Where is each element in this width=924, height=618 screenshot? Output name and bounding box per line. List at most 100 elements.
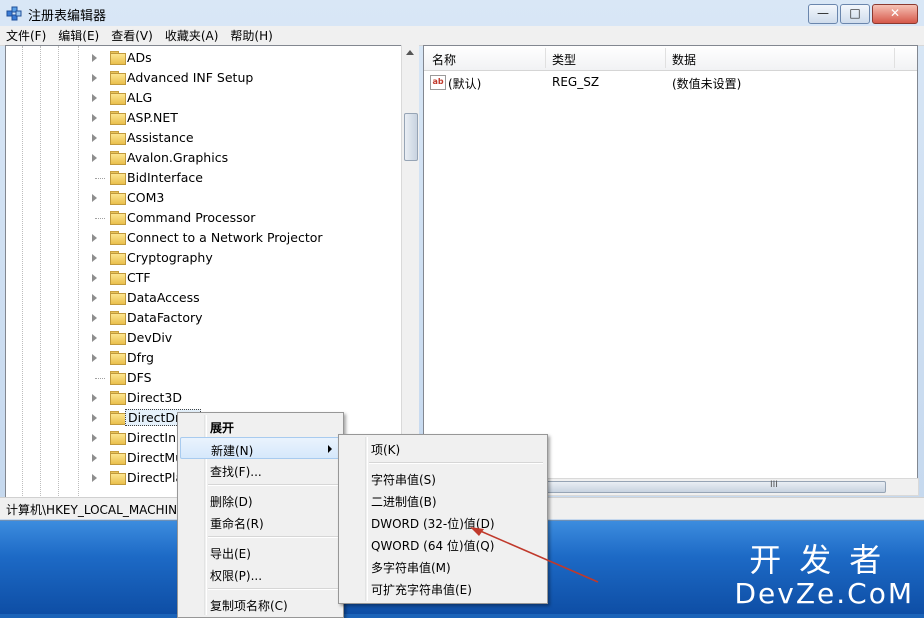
tree-item[interactable]: CTF [6,268,402,288]
sub-item[interactable]: QWORD (64 位)值(Q) [341,533,545,555]
scroll-up-icon[interactable] [406,50,414,55]
watermark-cn: 开发者 [749,541,900,579]
tree-item-label: Direct3D [127,390,183,405]
tree-item[interactable]: COM3 [6,188,402,208]
ctx-item[interactable]: 展开 [180,415,341,437]
tree-item[interactable]: Advanced INF Setup [6,68,402,88]
menu-help[interactable]: 帮助(H) [224,27,278,45]
h-scroll-thumb[interactable]: III [544,480,886,493]
expand-arrow-icon[interactable] [92,54,97,62]
folder-icon [110,391,126,405]
maximize-button[interactable]: □ [840,4,870,24]
sub-item[interactable]: 二进制值(B) [341,489,545,511]
sub-item[interactable]: 字符串值(S) [341,467,545,489]
expand-arrow-icon[interactable] [92,414,97,422]
expand-arrow-icon[interactable] [92,254,97,262]
tree-item-label: Avalon.Graphics [127,150,229,165]
title-bar[interactable]: 注册表编辑器 — □ ✕ [0,0,924,26]
menu-separator [208,536,339,538]
column-name-header[interactable]: 名称 [432,51,456,68]
sub-item-label: 二进制值(B) [371,495,437,509]
menu-edit[interactable]: 编辑(E) [52,27,105,45]
submenu-arrow-icon [328,445,332,453]
expand-arrow-icon[interactable] [92,94,97,102]
ctx-item[interactable]: 权限(P)... [180,563,341,585]
folder-icon [110,371,126,385]
column-separator[interactable] [894,48,895,68]
tree-item[interactable]: DataFactory [6,308,402,328]
menu-separator [208,484,339,486]
tree-item[interactable]: Assistance [6,128,402,148]
tree-item[interactable]: ALG [6,88,402,108]
expand-arrow-icon[interactable] [92,154,97,162]
column-type-header[interactable]: 类型 [552,51,576,68]
context-menu: 展开 新建(N) 查找(F)... 删除(D) 重命名(R) 导出(E) 权限(P)... 复… [177,412,344,618]
expand-arrow-icon[interactable] [92,454,97,462]
tree-item[interactable]: BidInterface [6,168,402,188]
values-pane[interactable]: 名称 类型 数据 ab (默认) REG_SZ (数值未设置) [423,45,918,495]
tree-item-label: ADs [127,50,152,65]
ctx-item[interactable]: 新建(N) [180,437,341,459]
sub-item[interactable]: 可扩充字符串值(E) [341,577,545,599]
expand-arrow-icon[interactable] [92,334,97,342]
expand-arrow-icon[interactable] [92,74,97,82]
column-separator[interactable] [545,48,546,68]
tree-item[interactable]: ADs [6,48,402,68]
expand-arrow-icon[interactable] [92,114,97,122]
folder-icon [110,311,126,325]
tree-item[interactable]: Dfrg [6,348,402,368]
tree-item[interactable]: DFS [6,368,402,388]
sub-item[interactable]: 项(K) [341,437,545,459]
column-data-header[interactable]: 数据 [672,51,696,68]
ctx-item[interactable]: 重命名(R) [180,511,341,533]
minimize-button[interactable]: — [808,4,838,24]
ctx-item[interactable]: 导出(E) [180,541,341,563]
close-button[interactable]: ✕ [872,4,918,24]
tree-scroll-thumb[interactable] [404,113,418,161]
ctx-item[interactable]: 删除(D) [180,489,341,511]
tree-vertical-scrollbar[interactable] [401,45,419,497]
menu-file[interactable]: 文件(F) [0,27,52,45]
sub-item[interactable]: DWORD (32-位)值(D) [341,511,545,533]
folder-icon [110,151,126,165]
close-icon: ✕ [889,6,901,20]
expand-arrow-icon[interactable] [92,234,97,242]
expand-arrow-icon[interactable] [92,474,97,482]
sub-item[interactable]: 多字符串值(M) [341,555,545,577]
menu-favorites[interactable]: 收藏夹(A) [159,27,225,45]
tree-item[interactable]: Cryptography [6,248,402,268]
folder-icon [110,351,126,365]
folder-icon [110,51,126,65]
tree-connector [95,178,105,179]
folder-icon [110,111,126,125]
expand-arrow-icon[interactable] [92,294,97,302]
tree-item[interactable]: Direct3D [6,388,402,408]
folder-icon [110,231,126,245]
expand-arrow-icon[interactable] [92,354,97,362]
menu-view[interactable]: 查看(V) [105,27,159,45]
sub-item-label: 项(K) [371,443,401,457]
tree-item[interactable]: Avalon.Graphics [6,148,402,168]
folder-icon [110,71,126,85]
list-row[interactable]: ab (默认) REG_SZ (数值未设置) [424,73,917,91]
expand-arrow-icon[interactable] [92,394,97,402]
tree-item-label: BidInterface [127,170,203,185]
tree-item[interactable]: Command Processor [6,208,402,228]
expand-arrow-icon[interactable] [92,194,97,202]
value-type: REG_SZ [552,75,600,89]
expand-arrow-icon[interactable] [92,134,97,142]
expand-arrow-icon[interactable] [92,314,97,322]
tree-item[interactable]: DevDiv [6,328,402,348]
watermark-en: DevZe.CoM [734,577,914,610]
expand-arrow-icon[interactable] [92,434,97,442]
tree-item[interactable]: Connect to a Network Projector [6,228,402,248]
folder-icon [110,251,126,265]
ctx-item[interactable]: 查找(F)... [180,459,341,481]
tree-item[interactable]: DataAccess [6,288,402,308]
ctx-item[interactable]: 复制项名称(C) [180,593,341,615]
column-separator[interactable] [665,48,666,68]
sub-item-label: 可扩充字符串值(E) [371,583,472,597]
expand-arrow-icon[interactable] [92,274,97,282]
tree-item-label: Dfrg [127,350,154,365]
tree-item[interactable]: ASP.NET [6,108,402,128]
